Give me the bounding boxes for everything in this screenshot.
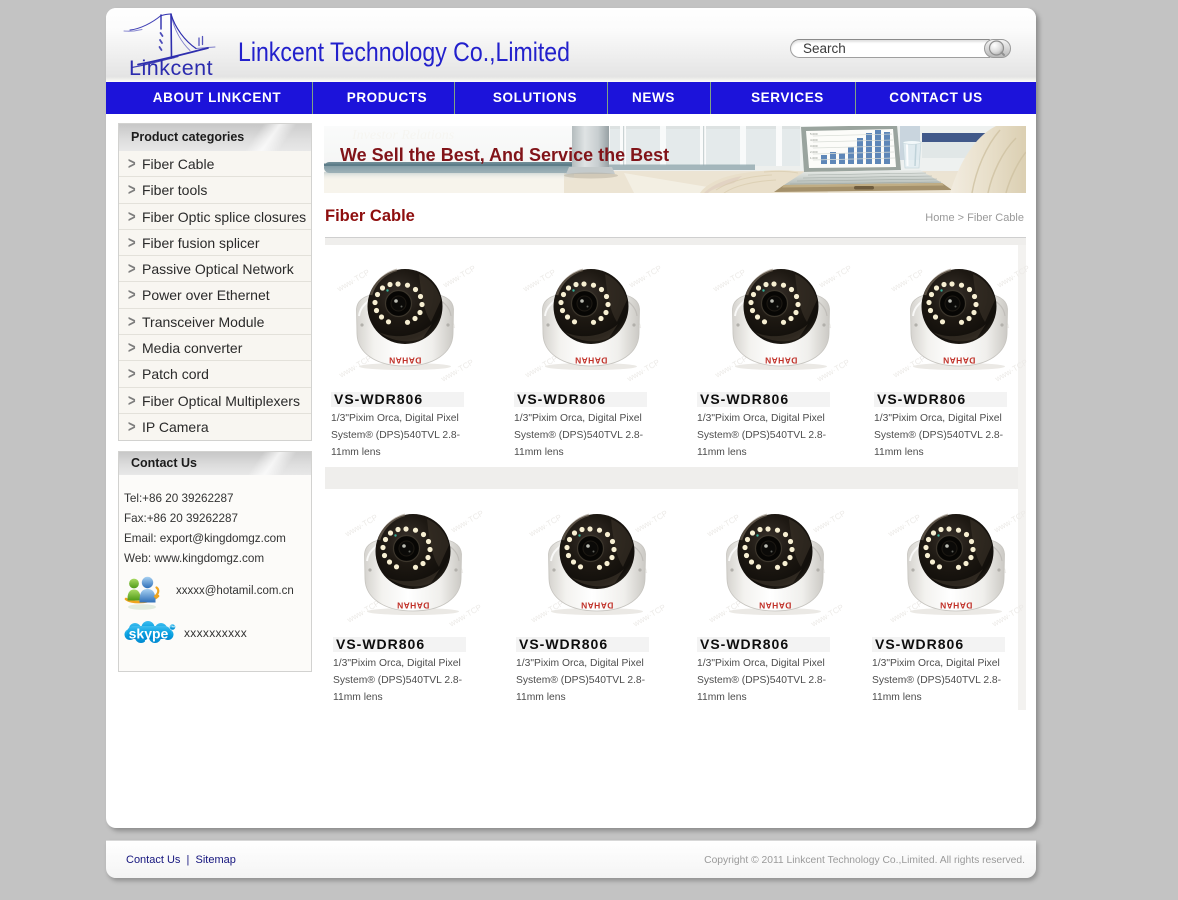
svg-text:skype: skype (129, 626, 169, 642)
svg-text:™: ™ (170, 625, 176, 631)
svg-text:1,000: 1,000 (810, 156, 818, 160)
svg-text:5,000: 5,000 (810, 132, 818, 136)
svg-text:3,000: 3,000 (810, 144, 818, 148)
svg-text:Investor Relations: Investor Relations (351, 128, 455, 143)
svg-text:2,000: 2,000 (810, 150, 818, 154)
svg-text:Linkcent: Linkcent (129, 56, 213, 80)
svg-text:We Sell the Best, And Service: We Sell the Best, And Service the Best (340, 145, 669, 165)
svg-text:4,000: 4,000 (810, 138, 818, 142)
